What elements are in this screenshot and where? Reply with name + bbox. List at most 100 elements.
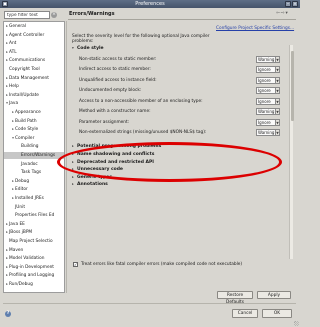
tree-item[interactable]: Building [4,143,64,150]
resize-grip[interactable] [294,321,299,326]
tree-item[interactable]: ▸Installed JREs [4,195,64,202]
section-header[interactable]: ▸ Potential programming problems [70,143,280,150]
tree-item-label: General [9,24,26,29]
tree-item[interactable]: Properties Files Ed [4,212,64,219]
section-header[interactable]: ▾ Code style [70,45,280,52]
tree-item[interactable]: ▸Communications [4,57,64,64]
tree-item[interactable]: ▸General [4,23,64,30]
tree-item[interactable]: Javadoc [4,161,64,168]
options-scrollbar[interactable] [289,45,294,259]
expand-icon[interactable]: ▸ [72,166,76,173]
treat-errors-row[interactable]: ✓ Treat errors like fatal compiler error… [73,262,288,269]
chevron-down-icon[interactable]: ▼ [275,56,279,62]
chevron-down-icon[interactable]: ▼ [275,88,279,93]
section-label: Deprecated and restricted API [77,159,154,165]
tree-item[interactable]: ▸Debug [4,178,64,185]
severity-dropdown[interactable]: Ignore ▼ [256,97,280,105]
treat-errors-checkbox[interactable]: ✓ [73,262,78,267]
severity-value: Ignore [258,77,271,83]
option-label: Undocumented empty block: [79,88,142,93]
severity-dropdown[interactable]: Warning ▼ [256,129,280,136]
section-label: Name shadowing and conflicts [77,152,155,157]
tree-item-label: Install/Update [9,92,39,98]
tree-item-label: Editor [15,187,28,193]
option-row: Method with a constructor name: Warning ▼ [70,108,280,115]
section-header[interactable]: ▸ Deprecated and restricted API [70,159,280,166]
severity-dropdown[interactable]: Ignore ▼ [256,118,280,126]
tree-item[interactable]: ▸Install/Update [4,92,64,99]
tree-item[interactable]: ▸Plug-in Development [4,264,64,271]
expand-icon[interactable]: ▸ [72,159,76,166]
chevron-down-icon[interactable]: ▼ [275,119,279,125]
chevron-down-icon[interactable]: ▼ [275,130,279,135]
help-icon[interactable]: ? [5,311,11,317]
minimize-icon[interactable]: – [285,1,291,7]
chevron-down-icon[interactable]: ▼ [275,77,279,83]
scrollbar-thumb[interactable] [290,51,294,121]
tree-item[interactable]: ▾Java [4,100,64,107]
collapse-icon[interactable]: ▾ [72,45,76,52]
expand-icon[interactable]: ▸ [72,143,76,150]
chevron-down-icon[interactable]: ▼ [275,67,279,72]
option-row: Undocumented empty block: Ignore ▼ [70,87,280,94]
tree-item[interactable]: ▸Ant [4,40,64,47]
tree-item-label: Installed JREs [15,196,44,201]
tree-item-label: Building [21,144,39,150]
section-header[interactable]: ▸ Name shadowing and conflicts [70,151,280,158]
tree-item[interactable]: Copyright Tool [4,66,64,73]
tree-item[interactable]: Task Tags [4,169,64,176]
configure-project-settings-link[interactable]: Configure Project Specific Settings... [216,26,294,31]
tree-item-label: Java [9,101,19,107]
tree-item[interactable]: ▸Run/Debug [4,281,64,288]
window-title: Preferences [135,1,165,7]
severity-dropdown[interactable]: Warning ▼ [256,55,280,63]
filter-input[interactable] [4,11,50,19]
section-header[interactable]: ▸ Unnecessary code [70,166,280,173]
apply-button[interactable]: Apply [257,291,291,299]
tree-item[interactable]: ▸ATL [4,49,64,56]
tree-item[interactable]: ▸Data Management [4,75,64,82]
tree-item-label: Data Management [9,75,49,81]
restore-defaults-button[interactable]: Restore Defaults [217,291,253,305]
severity-dropdown[interactable]: Ignore ▼ [256,66,280,73]
tree-item[interactable]: ▸Help [4,83,64,90]
tree-item[interactable]: ▸Code Style [4,126,64,133]
clear-filter-icon[interactable]: × [51,12,57,18]
tree-item[interactable]: ▾Compiler [4,135,64,142]
tree-item[interactable]: ▸Profiling and Logging [4,272,64,279]
option-label: Indirect access to static member: [79,67,151,72]
expand-icon[interactable]: ▸ [72,174,76,181]
tree-item[interactable]: Errors/Warnings [4,152,64,159]
close-icon[interactable]: × [292,1,298,7]
tree-item[interactable]: ▸Agent Controller [4,32,64,39]
tree-item[interactable]: ▸Model Validation [4,255,64,262]
tree-item[interactable]: JUnit [4,204,64,211]
nav-arrows-icon[interactable]: ⇦⇨▾ [276,11,289,16]
severity-dropdown[interactable]: Ignore ▼ [256,87,280,94]
splitter[interactable] [66,21,67,293]
option-label: Parameter assignment: [79,119,130,125]
ok-button[interactable]: OK [262,309,292,318]
expand-icon[interactable]: ▸ [72,181,76,188]
severity-dropdown[interactable]: Warning ▼ [256,108,280,115]
tree-item-label: Java EE [9,221,25,227]
tree-item[interactable]: ▸Appearance [4,109,64,116]
tree-item[interactable]: Map Project Selectio [4,238,64,245]
severity-dropdown[interactable]: Ignore ▼ [256,76,280,84]
severity-value: Ignore [258,88,271,93]
tree-item[interactable]: ▸Editor [4,186,64,193]
option-row: Parameter assignment: Ignore ▼ [70,118,280,126]
preferences-tree[interactable]: ▸General ▸Agent Controller ▸Ant ▸ATL ▸Commun… [3,21,65,293]
cancel-button[interactable]: Cancel [232,309,258,318]
section-header[interactable]: ▸ Annotations [70,181,280,188]
tree-item[interactable]: ▸Maven [4,247,64,254]
tree-item[interactable]: ▸Build Path [4,118,64,125]
chevron-down-icon[interactable]: ▼ [275,109,279,114]
section-header[interactable]: ▸ Generic types [70,174,280,181]
severity-value: Ignore [258,119,271,125]
expand-icon[interactable]: ▸ [72,151,76,158]
tree-item-label: Profiling and Logging [9,273,55,279]
chevron-down-icon[interactable]: ▼ [275,98,279,104]
tree-item[interactable]: ▸JBoss jBPM [4,229,64,236]
tree-item[interactable]: ▸Java EE [4,221,64,228]
